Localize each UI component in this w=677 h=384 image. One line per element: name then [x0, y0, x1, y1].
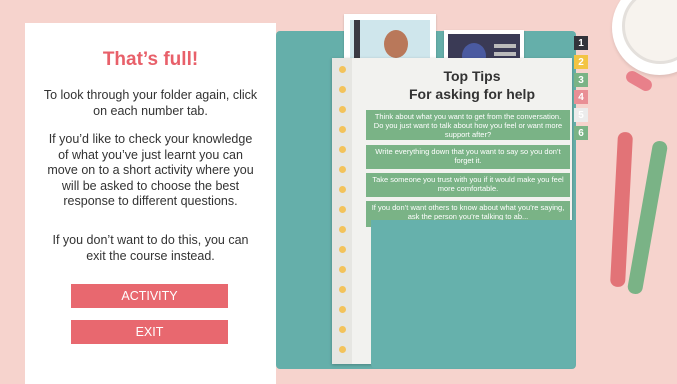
- coffee-cup-illustration: [612, 0, 677, 75]
- spiral-ring: [339, 346, 346, 353]
- spiral-ring: [339, 166, 346, 173]
- spiral-ring: [339, 226, 346, 233]
- number-tab-2[interactable]: 2: [574, 55, 588, 69]
- spiral-ring: [339, 126, 346, 133]
- spiral-ring: [339, 66, 346, 73]
- red-pen-illustration: [609, 131, 634, 288]
- green-pen-illustration: [626, 139, 669, 296]
- activity-button[interactable]: ACTIVITY: [71, 284, 228, 308]
- exit-button[interactable]: EXIT: [71, 320, 228, 344]
- notepad-title-line1: Top Tips: [443, 68, 501, 84]
- spiral-ring: [339, 86, 346, 93]
- spiral-ring: [339, 286, 346, 293]
- spiral-ring: [339, 186, 346, 193]
- panel-title: That’s full!: [102, 49, 199, 70]
- number-tab-4[interactable]: 4: [574, 90, 588, 104]
- info-panel: That’s full! To look through your folder…: [25, 23, 276, 384]
- tip-card: Take someone you trust with you if it wo…: [366, 173, 570, 197]
- spiral-ring: [339, 146, 346, 153]
- number-tab-1[interactable]: 1: [574, 36, 588, 50]
- notepad-title-line2: For asking for help: [408, 86, 535, 102]
- cup-interior: [622, 0, 677, 64]
- spiral-ring: [339, 206, 346, 213]
- number-tab-6[interactable]: 6: [574, 126, 588, 140]
- number-tab-5[interactable]: 5: [574, 108, 588, 122]
- activity-description: If you’d like to check your knowledge of…: [47, 132, 254, 208]
- notepad-title: Top Tips For asking for help: [372, 67, 572, 103]
- spiral-ring: [339, 306, 346, 313]
- spiral-ring: [339, 326, 346, 333]
- tip-card: Think about what you want to get from th…: [366, 110, 570, 140]
- spiral-ring: [339, 246, 346, 253]
- tip-card: Write everything down that you want to s…: [366, 145, 570, 169]
- notepad-spiral: [332, 58, 352, 364]
- instructions-text: To look through your folder again, click…: [43, 88, 258, 118]
- number-tab-3[interactable]: 3: [574, 73, 588, 87]
- folder-pocket: [371, 220, 575, 368]
- spiral-ring: [339, 266, 346, 273]
- exit-description: If you don’t want to do this, you can ex…: [52, 233, 249, 263]
- spiral-ring: [339, 106, 346, 113]
